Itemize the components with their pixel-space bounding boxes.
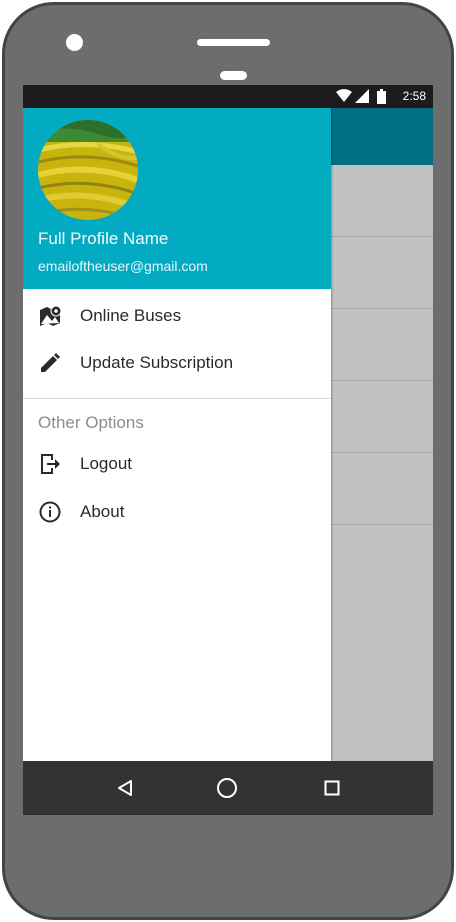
home-icon (217, 778, 237, 798)
menu-item-online-buses[interactable]: Online Buses (23, 293, 331, 339)
logout-icon (38, 452, 62, 476)
drawer-header: Full Profile Name emailoftheuser@gmail.c… (23, 108, 331, 289)
home-button[interactable] (197, 761, 257, 815)
recents-icon (324, 780, 340, 796)
profile-email: emailoftheuser@gmail.com (38, 258, 208, 274)
wifi-icon (336, 89, 352, 102)
status-time: 2:58 (402, 89, 426, 103)
menu-item-label: Logout (80, 454, 132, 473)
pencil-icon (38, 351, 62, 375)
avatar[interactable] (38, 120, 138, 220)
proximity-sensor (220, 71, 247, 80)
status-bar: 2:58 (23, 85, 433, 108)
earpiece-speaker (197, 39, 270, 46)
section-title: Other Options (38, 413, 144, 432)
menu-item-label: About (80, 502, 125, 521)
battery-icon (377, 89, 386, 104)
front-camera (66, 34, 83, 51)
screen: 2:58 Full Profile Name emailoftheuser@gm… (23, 85, 433, 815)
signal-icon (355, 89, 369, 103)
menu-item-logout[interactable]: Logout (23, 441, 331, 487)
menu-item-label: Update Subscription (80, 353, 234, 372)
menu-item-update-subscription[interactable]: Update Subscription (23, 340, 331, 386)
landscape-photo (38, 120, 138, 220)
recents-button[interactable] (302, 761, 362, 815)
map-marker-icon (38, 304, 62, 328)
profile-name: Full Profile Name (38, 229, 169, 248)
info-icon (38, 500, 62, 524)
back-button[interactable] (95, 761, 155, 815)
drawer-divider (23, 398, 331, 399)
back-icon (118, 780, 132, 796)
navigation-bar (23, 761, 433, 815)
menu-item-about[interactable]: About (23, 489, 331, 535)
navigation-drawer: Full Profile Name emailoftheuser@gmail.c… (23, 108, 331, 761)
menu-item-label: Online Buses (80, 306, 182, 325)
